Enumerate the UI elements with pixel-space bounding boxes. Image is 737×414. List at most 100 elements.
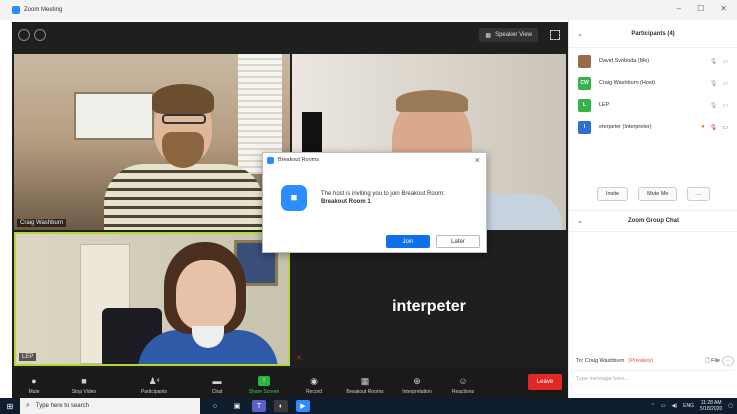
- monitor-background: [302, 112, 322, 152]
- chat-bubble-icon: ▬: [212, 376, 222, 386]
- chat-recipient-selector[interactable]: To: Craig Washburn (Privately) 🗋 File ··…: [576, 354, 734, 368]
- language-indicator[interactable]: ENG: [683, 403, 694, 409]
- taskbar-apps: ○ ▣ T ◐ ▶: [208, 400, 310, 412]
- participant-name: David Svoboda (Me): [599, 58, 650, 64]
- video-camera-icon: ■: [81, 376, 87, 386]
- share-screen-icon: ↑: [258, 376, 270, 386]
- zoom-taskbar-icon[interactable]: ▶: [296, 400, 310, 412]
- participant-hair: [152, 84, 214, 114]
- mute-label: Mute: [28, 389, 40, 395]
- video-camera-icon[interactable]: ▭: [722, 58, 728, 65]
- system-tray: ⌃ ▭ ◀) ENG 11:28 AM 5/18/2020 ▢: [651, 398, 733, 414]
- participant-row[interactable]: CW Craig Washburn (Host) 🎙 ▭: [569, 72, 737, 94]
- volume-icon[interactable]: ◀): [672, 403, 678, 409]
- participant-status-icons: 🎙 ▭: [710, 58, 728, 65]
- microphone-icon: ●: [31, 376, 37, 386]
- participants-title: Participants (4): [631, 30, 675, 37]
- participant-figure: [104, 164, 264, 230]
- microphone-icon[interactable]: 🎙: [710, 102, 718, 109]
- invite-button[interactable]: Invite: [596, 187, 629, 201]
- participant-row[interactable]: L LEP 🎙 ▭: [569, 94, 737, 116]
- microphone-icon[interactable]: 🎙: [710, 80, 718, 87]
- clock-date: 5/18/2020: [700, 406, 723, 412]
- participant-face: [176, 260, 236, 330]
- chevron-down-icon[interactable]: ⌄: [577, 30, 583, 38]
- zoom-window: Zoom Meeting – ☐ ✕ ▦ Speaker View Craig …: [0, 0, 737, 398]
- breakout-rooms-label: Breakout Rooms: [346, 389, 384, 395]
- video-off-icon[interactable]: ▭: [722, 124, 728, 131]
- speaker-view-label: Speaker View: [495, 32, 532, 38]
- taskbar-search-box[interactable]: ⌕ Type here to search: [20, 398, 200, 414]
- participants-button[interactable]: ♟4 Participants: [112, 368, 196, 398]
- chat-input[interactable]: Type message here...: [576, 370, 734, 386]
- privately-tag: (Privately): [628, 358, 654, 364]
- window-title: Zoom Meeting: [24, 7, 63, 13]
- dialog-title: Breakout Rooms: [278, 157, 319, 163]
- microphone-muted-icon[interactable]: 🎙: [710, 124, 718, 131]
- later-button[interactable]: Later: [436, 235, 480, 248]
- participants-list: David Svoboda (Me) 🎙 ▭ CW Craig Washburn …: [569, 50, 737, 138]
- dialog-body: ■ The host is inviting you to join Break…: [263, 167, 486, 229]
- record-button[interactable]: ◉ Record: [290, 368, 338, 398]
- browser-icon[interactable]: ◐: [274, 400, 288, 412]
- stop-video-label: Stop Video: [71, 389, 97, 395]
- teams-icon[interactable]: T: [252, 400, 266, 412]
- participant-row[interactable]: I eterpeter (Interpreter) ● 🎙 ▭: [569, 116, 737, 138]
- video-name-label: Craig Washburn: [17, 219, 67, 227]
- mute-me-button[interactable]: Mute Me: [638, 187, 678, 201]
- video-tile-craig[interactable]: Craig Washburn: [14, 54, 290, 230]
- participant-row[interactable]: David Svoboda (Me) 🎙 ▭: [569, 50, 737, 72]
- participants-actions: Invite Mute Me ...: [569, 187, 737, 201]
- chat-title: Zoom Group Chat: [628, 218, 679, 224]
- close-icon[interactable]: ✕: [720, 4, 727, 13]
- clock[interactable]: 11:28 AM 5/18/2020: [700, 400, 722, 412]
- join-button[interactable]: Join: [386, 235, 430, 248]
- search-icon: ⌕: [26, 402, 30, 409]
- maximize-icon[interactable]: ☐: [697, 4, 704, 13]
- video-name-label: LEP: [19, 353, 37, 361]
- fullscreen-icon[interactable]: [550, 30, 560, 40]
- file-button[interactable]: 🗋 File: [705, 357, 720, 366]
- chat-header: ⌄ Zoom Group Chat: [569, 210, 737, 232]
- chevron-down-icon[interactable]: ⌄: [577, 217, 583, 225]
- reactions-button[interactable]: ☺ Reactions: [442, 368, 484, 398]
- video-tile-lep[interactable]: LEP: [14, 232, 290, 366]
- dialog-title-bar: Breakout Rooms: [263, 153, 486, 167]
- video-camera-icon[interactable]: ▭: [722, 80, 728, 87]
- participant-name: Craig Washburn (Host): [599, 80, 656, 86]
- task-view-icon[interactable]: ▣: [230, 400, 244, 412]
- record-icon: ◉: [310, 376, 318, 386]
- participant-status-icons: ● 🎙 ▭: [701, 124, 728, 131]
- participant-name-display: interpeter: [392, 298, 466, 315]
- file-label: File: [711, 357, 720, 364]
- chat-button[interactable]: ▬ Chat: [196, 368, 238, 398]
- network-icon[interactable]: ▭: [661, 403, 666, 409]
- mute-button[interactable]: ● Mute: [12, 368, 56, 398]
- speaker-view-button[interactable]: ▦ Speaker View: [479, 28, 538, 42]
- more-options-button[interactable]: ...: [687, 187, 711, 201]
- info-icon[interactable]: [34, 29, 46, 41]
- microphone-icon[interactable]: 🎙: [710, 58, 718, 65]
- interpretation-button[interactable]: ⊕ Interpretation: [392, 368, 442, 398]
- minimize-icon[interactable]: –: [677, 4, 681, 13]
- share-screen-button[interactable]: ↑ Share Screen: [238, 368, 290, 398]
- chat-recipient: To: Craig Washburn: [576, 358, 625, 364]
- avatar: L: [578, 98, 591, 112]
- interpretation-label: Interpretation: [402, 389, 432, 395]
- avatar: I: [578, 120, 591, 134]
- leave-button[interactable]: Leave: [528, 374, 562, 390]
- participant-glasses: [162, 114, 206, 124]
- chevron-up-icon[interactable]: ⌃: [651, 403, 655, 409]
- video-camera-icon: ■: [281, 185, 307, 211]
- breakout-rooms-button[interactable]: ▦ Breakout Rooms: [338, 368, 392, 398]
- more-icon[interactable]: ···: [722, 356, 734, 366]
- shield-icon[interactable]: [18, 29, 30, 41]
- meeting-toolbar: ● Mute ■ Stop Video ♟4 Participants ▬ Ch…: [12, 368, 568, 398]
- video-camera-icon[interactable]: ▭: [722, 102, 728, 109]
- notifications-icon[interactable]: ▢: [728, 403, 733, 409]
- windows-start-icon[interactable]: ⊞: [0, 398, 20, 414]
- dialog-buttons: Join Later: [386, 235, 480, 248]
- stop-video-button[interactable]: ■ Stop Video: [56, 368, 112, 398]
- cortana-icon[interactable]: ○: [208, 400, 222, 412]
- close-icon[interactable]: ×: [475, 155, 480, 165]
